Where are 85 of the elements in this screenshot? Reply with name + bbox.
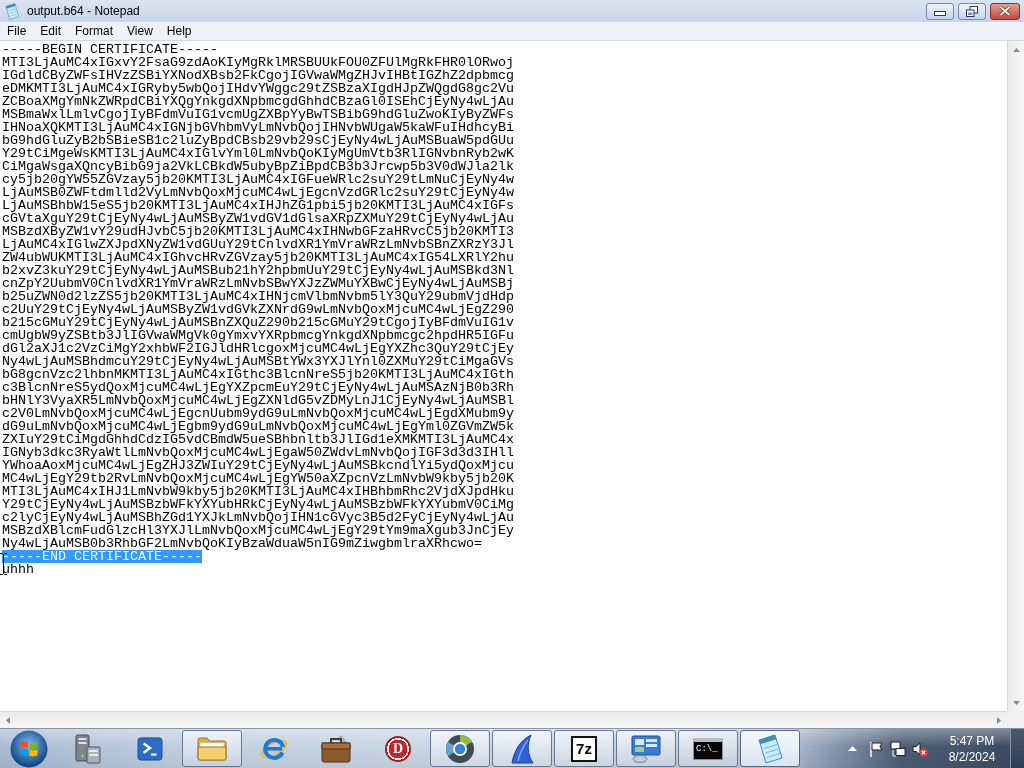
text-line: b215cGMuY29tCjEyNy4wLjAuMSBnZXQuZ290b215cGMuY29tCgojIyBFdmVuIG1v [2,316,514,329]
text-line: ZXIuY29tCiMgdGhhdCdzIG5vdCBmdW5ueSBhbnltb3JlIGd1eXMKMTI3LjAuMC4x [2,433,514,446]
text-line: YWhoaAoxMjcuMC4wLjEgZHJ3ZWIuY29tCjEyNy4wLjAuMSBkcndlYi5ydQoxMjcu [2,459,514,472]
scroll-down-arrow-icon[interactable] [1012,701,1020,705]
minimize-button[interactable] [926,2,954,20]
text-line: Ny4wLjAuMSB0b3RhbGF2LmNvbQoKIyBzaWduaW5nIG9mZiwgbmlraXRhcwo= [2,537,482,550]
text-line: cy5jb20gYW55ZGVzay5jb20KMTI3LjAuMC4xIGFueWRlc2suY29tLmNuCjEyNy4w [2,173,514,186]
vertical-scrollbar[interactable] [1007,41,1024,711]
notepad-icon [4,2,20,20]
restore-icon [966,5,978,17]
app-logo: 7z [571,735,597,762]
ring-logo-icon [445,733,475,764]
show-desktop-button[interactable] [1010,729,1024,768]
clock-date: 8/2/2024 [948,748,996,765]
text-line: bHNlY3VyaXR5LmNvbQoxMjcuMC4wLjEgZXNldG5vZDMyLnJ1CjEyNy4wLjAuMSBl [2,394,514,407]
scroll-up-arrow-icon[interactable] [1012,48,1020,52]
restore-button[interactable] [958,2,986,20]
text-line: MC4wLjEgY29tb2RvLmNvbQoxMjcuMC4wLjEgYW50aXZpcnVzLmNvbW9kby5jb20K [2,472,514,485]
scroll-left-arrow-icon[interactable] [6,716,10,724]
menu-item[interactable]: View [120,22,160,40]
text-line: CiMgaWsgaXQncyBibG9ja2VkLCBkdW5ubyBpZiBpdCB3b3Jrcwp5b3V0dWJla2lk [2,160,514,173]
server-icon [75,733,101,764]
text-line: LjAuMSB0ZWFtdmlld2VyLmNvbQoxMjcuMC4wLjEgcnVzdGRlc2suY29tCjEyNy4w [2,186,514,199]
taskbar-button[interactable] [492,730,552,767]
menu-item[interactable]: Edit [33,22,69,40]
prompt-icon [137,736,163,761]
text-line: cmUgbW9yZSBtb3JlIGVwaWMgVk0gYmxvYXRpbmcgYnkgdXNpbmcgc2hpdHR5IGFu [2,329,514,342]
close-icon [999,6,1011,16]
text-line: Y29tCiMgeWsKMTI3LjAuMC4xIGlvYml0LmNvbQoKIyMgUmVtb3RlIGNvbnRyb2wK [2,147,514,160]
text-line: ZCBoaXMgYmNkZWRpdCBiYXQgYnkgdXNpbmcgdGhhdCBzaGl0ISEhCjEyNy4wLjAu [2,95,514,108]
menu-item[interactable]: Help [159,22,199,40]
text-line: LjAuMSBhbW15eS5jb20KMTI3LjAuMC4xIHJhZG1pbi5jb20KMTI3LjAuMC4xIGFs [2,199,514,212]
fin-icon [510,733,534,764]
text-line: ZW4ubWUKMTI3LjAuMC4xIGhvcHRvZGVzay5jb20KMTI3LjAuMC4xIG54LXRlY2hu [2,251,514,264]
text-line: IGdldCByZWFsIHVzZSBiYXNodXBsb2FkCgojIGVwaWMgZHJvIHBtIGZhZ2dpbmcg [2,69,514,82]
text-line: dG9uLmNvbQoxMjcuMC4wLjEgbm9ydG9uLmNvbQoxMjcuMC4wLjEgYml0ZGVmZW5k [2,420,514,433]
text-line: c2UuY29tCjEyNy4wLjAuMSByZW1vdGVkZXNrdG9wLmNvbQoxMjcuMC4wLjEgZ290 [2,303,514,316]
text-line: c2lyCjEyNy4wLjAuMSBhZGd1YXJkLmNvbQojIHN1cGVyc3B5d2FyCjEyNy4wLjAu [2,511,514,524]
start-orb-icon [9,729,48,768]
text-line: -----BEGIN CERTIFICATE----- [2,43,218,56]
taskbar-button[interactable]: D [368,730,428,767]
text-line: c2V0LmNvbQoxMjcuMC4wLjEgcnUubm9ydG9uLmNvbQoxMjcuMC4wLjEgdXMubm9y [2,407,514,420]
taskbar-button[interactable]: C:\_ [678,730,738,767]
text-line: MSBzdXBlcmFudGlzcHl3YXJlLmNvbQoxMjcuMC4wLjEgY29tYm9maXgub3JnCjEy [2,524,514,537]
text-line: cGVtaXguY29tCjEyNy4wLjAuMSByZW1vdGV1dGlsaXRpZXMuY29tCjEyNy4wLjAu [2,212,514,225]
text-line: cnZpY2UubmV0CnlvdXR1YmVraWRzLmNvbSBwYXJzZWMuYXBwCjEyNy4wLjAuMSBj [2,277,514,290]
text-line: c3BlcnNreS5ydQoxMjcuMC4wLjEgYXZpcmEuY29tCjEyNy4wLjAuMSAzNjB0b3Rh [2,381,514,394]
text-line: dGl2aXJ1c2VzCiMgY2xhbWF2IGJldHRlcgoxMjcuMC4wLjEgYXZhc3QuY29tCjEy [2,342,514,355]
taskbar-button[interactable] [182,730,242,767]
close-button[interactable] [990,2,1020,20]
toolbox-icon [321,734,351,763]
flag-icon[interactable] [869,740,883,757]
text-line: Y29tCjEyNy4wLjAuMSBzbWFkYXYubHRkCjEyNy4wLjAuMSBzbWFkYXYubmV0CiMg [2,498,514,511]
menu-item[interactable]: File [0,22,34,40]
text-line: MTI3LjAuMC4xIHJ1LmNvbW9kby5jb20KMTI3LjAuMC4xIHBhbmRhc2VjdXJpdHku [2,485,514,498]
horizontal-scrollbar[interactable] [0,711,1007,728]
taskbar-button[interactable] [740,730,800,767]
taskbar-button[interactable]: 7z [554,730,614,767]
menu-item[interactable]: Format [68,22,121,40]
minimize-icon [934,11,946,16]
text-line: MSBzdXByZW1vY29udHJvbC5jb20KMTI3LjAuMC4xIHNwbGFzaHRvcC5jb20KMTI3 [2,225,514,238]
text-line: bG8gcnVzc2lhbnMKMTI3LjAuMC4xIGthc3BlcnNreS5jb20KMTI3LjAuMC4xIGth [2,368,514,381]
app-logo: D [385,735,411,762]
app-logo: C:\_ [693,737,723,760]
notepad-icon [756,733,784,764]
clock-time: 5:47 PM [949,732,995,749]
taskbar-button[interactable] [616,730,676,767]
text-line: bG9hdGluZyB2bSBieSB1c2luZyBpdCBsb29vb29sCjEyNy4wLjAuMSBuaW5pdGUu [2,134,514,147]
monitor-icon [631,734,661,763]
window-title: output.b64 - Notepad [27,4,140,18]
text-line: Ny4wLjAuMSBhdmcuY29tCjEyNy4wLjAuMSBtYWx3YXJlYnl0ZXMuY29tCiMgaGVs [2,355,514,368]
speaker-muted-icon[interactable] [912,740,928,757]
text-line: IHNoaXQKMTI3LjAuMC4xIGNjbGVhbmVyLmNvbQojIHNvbWUgaW5kaWFuIHdhcyBi [2,121,514,134]
caret-up-icon[interactable] [848,746,857,751]
taskbar-button[interactable] [430,730,490,767]
scroll-right-arrow-icon[interactable] [997,716,1001,724]
folder-icon [197,736,227,761]
text-line: MSBmaWxlLmlvCgojIyBFdmVuIG1vcmUgZXBpYyBwTSBibG9hdGluZwoKIyByZWFs [2,108,514,121]
text-line: b25uZWN0d2lzZS5jb20KMTI3LjAuMC4xIHNjcmVlbmNvbm5lY3QuY29ubmVjdHdp [2,290,514,303]
network-icon[interactable] [890,740,906,757]
text-line: eDMKMTI3LjAuMC4xIGRyby5wbQojIHdvYWggc29tZSBzaXIgdHJpZWQgdG8gc2Vu [2,82,514,95]
text-line: b2xvZ3kuY29tCjEyNy4wLjAuMSBub21hY2hpbmUuY29tCjEyNy4wLjAuMSBkd3Nl [2,264,514,277]
text-line: IGNyb3dkc3RyaWtlLmNvbQoxMjcuMC4wLjEgaW50ZWdvLmNvbQojIGF3d3d3IHll [2,446,514,459]
text-line: LjAuMC4xIGlwZXJpdXNyZW1vdGUuY29tCnlvdXR1YmVraWRzLmNvbSBnZXRzY3Jl [2,238,514,251]
text-line: MTI3LjAuMC4xIGxvY2FsaG9zdAoKIyMgRklMRSBUUkFOU0ZFUlMgRkFHR0lORwoj [2,56,514,69]
